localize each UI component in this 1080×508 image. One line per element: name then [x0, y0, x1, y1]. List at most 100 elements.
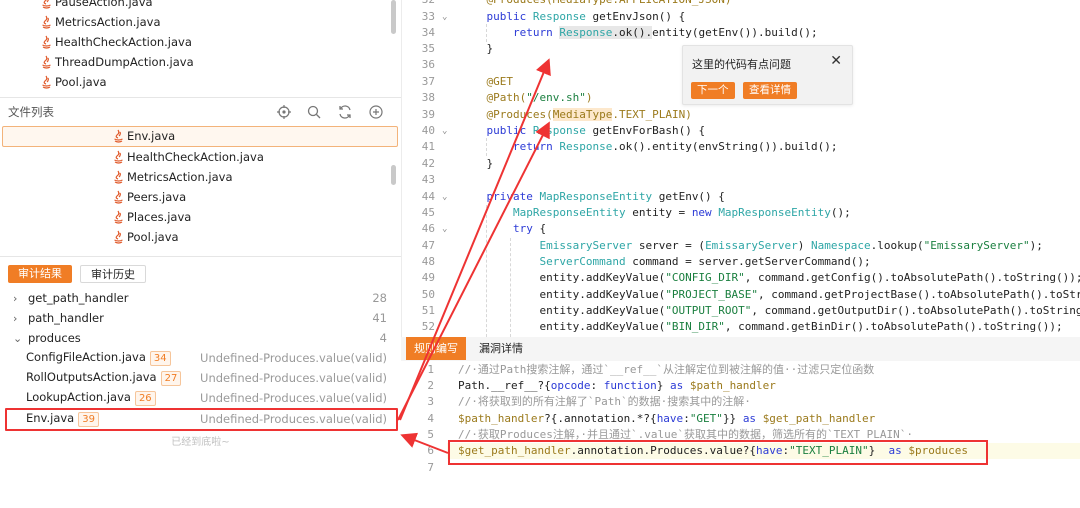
code-line: 32 @Produces(MediaType.APPLICATION_JSON) — [402, 0, 1080, 8]
line-number: 39 — [421, 108, 435, 121]
java-file-icon — [114, 210, 123, 224]
file-item-label: MetricsAction.java — [55, 15, 161, 29]
rule-line: 3 //·将获取到的所有注解了`Path`的数据·搜索其中的注解· — [401, 394, 1080, 410]
fold-chevron-icon[interactable]: ⌄ — [442, 123, 447, 139]
tree-node-label: path_handler — [28, 311, 104, 325]
file-item[interactable]: Places.java — [112, 207, 191, 227]
result-row[interactable]: RollOutputsAction.java 27 Undefined-Produ… — [0, 368, 401, 388]
fold-chevron-icon[interactable]: ⌄ — [442, 189, 447, 205]
scrollbar[interactable] — [391, 0, 396, 34]
code-text: ServerCommand command = server.getServer… — [539, 255, 871, 268]
code-line: 40 ⌄ public Response getEnvForBash() { — [402, 123, 1080, 139]
result-file-name: LookupAction.java — [26, 390, 131, 404]
result-file: LookupAction.java 26 — [26, 390, 156, 406]
code-text: } — [460, 42, 494, 55]
file-item[interactable]: Pool.java — [112, 227, 179, 247]
file-item[interactable]: Pool.java — [40, 72, 107, 92]
add-icon[interactable] — [368, 104, 384, 120]
code-line: 42 } — [402, 156, 1080, 172]
tree-node[interactable]: ⌄ produces 4 — [0, 328, 401, 348]
chevron-right-icon: › — [13, 291, 18, 305]
line-number: 49 — [421, 271, 435, 284]
java-file-icon — [114, 190, 123, 204]
view-detail-button[interactable]: 查看详情 — [743, 82, 797, 99]
chevron-right-icon: › — [13, 311, 18, 325]
line-badge: 34 — [149, 351, 171, 366]
code-text: entity.addKeyValue("OUTPUT_ROOT", comman… — [460, 304, 1080, 317]
result-row[interactable]: LookupAction.java 26 Undefined-Produces.v… — [0, 388, 401, 408]
file-item-selected[interactable]: Env.java — [112, 126, 175, 146]
line-number: 3 — [427, 395, 434, 408]
tab-rule-edit[interactable]: 规则编写 — [406, 337, 466, 360]
java-file-icon — [114, 230, 123, 244]
file-item[interactable]: PauseAction.java — [40, 0, 153, 12]
line-number: 45 — [421, 206, 435, 219]
code-line: 51 entity.addKeyValue("OUTPUT_ROOT", com… — [402, 303, 1080, 319]
result-rule: Undefined-Produces.value(valid) — [200, 351, 387, 365]
code-text: return Response.ok().entity(getEnv()).bu… — [512, 26, 818, 39]
rule-editor[interactable]: 1 //·通过Path搜索注解，通过`__ref__`从注解定位到被注解的值··过… — [401, 361, 1080, 508]
java-file-icon — [114, 150, 123, 164]
next-button[interactable]: 下一个 — [691, 82, 735, 99]
chevron-down-icon: ⌄ — [13, 331, 23, 345]
result-rule: Undefined-Produces.value(valid) — [200, 371, 387, 385]
java-file-icon — [114, 129, 123, 143]
file-item[interactable]: ThreadDumpAction.java — [40, 52, 194, 72]
close-icon[interactable]: ✕ — [830, 53, 842, 69]
code-line: 43 — [402, 172, 1080, 188]
file-item-label: PauseAction.java — [55, 0, 153, 9]
tree-node[interactable]: › get_path_handler 28 — [0, 288, 401, 308]
file-item[interactable]: HealthCheckAction.java — [112, 147, 264, 167]
file-item[interactable]: Peers.java — [112, 187, 186, 207]
file-item[interactable]: MetricsAction.java — [112, 167, 233, 187]
selected-file-highlight — [2, 126, 398, 147]
java-file-icon — [42, 75, 51, 89]
line-badge: 26 — [134, 391, 156, 406]
line-number: 7 — [427, 461, 434, 474]
fold-chevron-icon[interactable]: ⌄ — [442, 221, 447, 237]
file-item[interactable]: HealthCheckAction.java — [40, 32, 192, 52]
tab-vuln-detail[interactable]: 漏洞详情 — [471, 337, 531, 360]
file-item[interactable]: MetricsAction.java — [40, 12, 161, 32]
code-text: @Produces(MediaType.TEXT_PLAIN) — [486, 108, 692, 121]
end-of-list-text: 已经到底啦~ — [171, 437, 230, 448]
tree-node-label: produces — [28, 331, 81, 345]
rule-code: Path.__ref__?{opcode: function} as $path… — [458, 379, 776, 392]
line-number: 33 — [421, 10, 435, 23]
result-file-name: RollOutputsAction.java — [26, 370, 157, 384]
line-number: 51 — [421, 304, 435, 317]
result-row[interactable]: ConfigFileAction.java 34 Undefined-Produc… — [0, 348, 401, 368]
code-text: try { — [512, 222, 547, 235]
code-text: public Response getEnvForBash() { — [486, 124, 706, 137]
rule-code: //·将获取到的所有注解了`Path`的数据·搜索其中的注解· — [458, 395, 751, 408]
code-text: EmissaryServer server = (EmissaryServer)… — [539, 239, 1043, 252]
file-item-label: Pool.java — [55, 75, 107, 89]
search-icon[interactable] — [306, 104, 322, 120]
audit-tabs: 审计结果 审计历史 — [0, 256, 401, 289]
fold-chevron-icon[interactable]: ⌄ — [442, 9, 447, 25]
java-file-icon — [42, 0, 51, 9]
line-number: 34 — [421, 26, 435, 39]
java-file-icon — [42, 15, 51, 29]
scrollbar[interactable] — [391, 165, 396, 185]
code-text: @Path("/env.sh") — [486, 91, 593, 104]
tab-audit-history[interactable]: 审计历史 — [80, 265, 146, 283]
selected-result-outline — [5, 408, 398, 431]
line-number: 2 — [427, 379, 434, 392]
line-number: 5 — [427, 428, 434, 441]
locate-icon[interactable] — [276, 104, 292, 120]
code-line: 45 MapResponseEntity entity = new MapRes… — [402, 205, 1080, 221]
java-file-icon — [114, 170, 123, 184]
line-number: 40 — [421, 124, 435, 137]
refresh-icon[interactable] — [337, 104, 353, 120]
file-item-label: MetricsAction.java — [127, 170, 233, 184]
line-number: 44 — [421, 190, 435, 203]
line-number: 4 — [427, 412, 434, 425]
line-number: 52 — [421, 320, 435, 333]
file-item-label: ThreadDumpAction.java — [55, 55, 194, 69]
tree-node[interactable]: › path_handler 41 — [0, 308, 401, 328]
rule-code: //·通过Path搜索注解，通过`__ref__`从注解定位到被注解的值··过滤… — [458, 363, 875, 376]
code-line: 49 entity.addKeyValue("CONFIG_DIR", comm… — [402, 270, 1080, 286]
tab-audit-results[interactable]: 审计结果 — [8, 265, 72, 283]
line-number: 35 — [421, 42, 435, 55]
